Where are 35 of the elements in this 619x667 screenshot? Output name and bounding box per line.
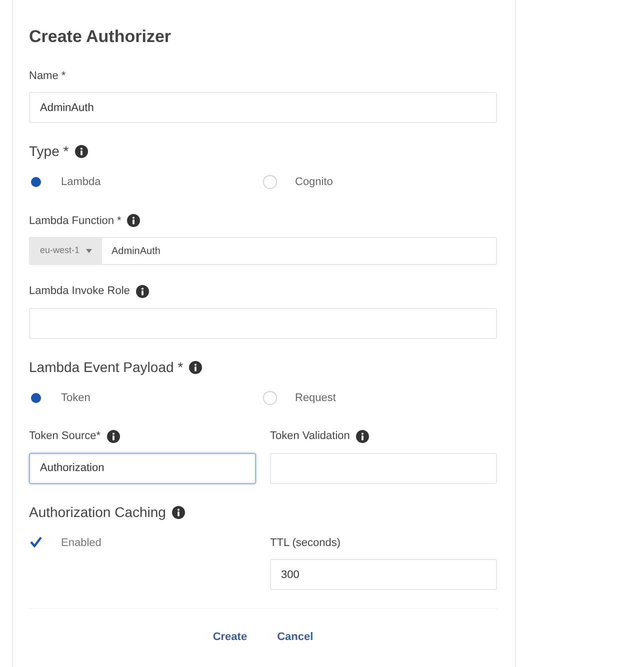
caret-icon: [86, 249, 92, 253]
action-button[interactable]: Cancel: [277, 629, 314, 646]
info-icon[interactable]: [189, 360, 202, 374]
text-input[interactable]: [29, 308, 497, 338]
field-label: Token Source*: [29, 429, 101, 444]
field-label: Token Validation: [270, 429, 350, 444]
checkbox[interactable]: [29, 534, 43, 548]
info-icon[interactable]: [136, 284, 149, 298]
text-input[interactable]: Authorization: [29, 452, 256, 484]
text-input[interactable]: [270, 452, 497, 484]
info-icon[interactable]: [172, 506, 185, 518]
radio-button[interactable]: [263, 390, 277, 405]
option-label: Request: [295, 390, 336, 406]
form-title: Create Authorizer: [29, 26, 172, 48]
ttl-input[interactable]: 300: [270, 559, 497, 590]
radio-button[interactable]: [263, 175, 277, 190]
field-label: Name *: [29, 68, 66, 84]
info-icon[interactable]: [356, 430, 369, 443]
field-label: Lambda Event Payload *: [29, 358, 184, 377]
info-icon[interactable]: [74, 145, 88, 158]
field-label: TTL (seconds): [270, 536, 342, 550]
field-label: Lambda Function *: [29, 214, 122, 228]
action-button[interactable]: Create: [212, 629, 248, 646]
field-label: Authorization Caching: [29, 502, 166, 522]
function-field[interactable]: eu-west-1 AdminAuth: [29, 237, 497, 265]
option-label: Cognito: [295, 175, 333, 190]
checkbox-label: Enabled: [61, 536, 102, 550]
option-label: Token: [61, 390, 90, 406]
field-label: Type *: [29, 142, 69, 161]
info-icon[interactable]: [106, 430, 120, 443]
option-label: Lambda: [61, 175, 101, 190]
text-input[interactable]: AdminAuth: [29, 92, 497, 123]
info-icon[interactable]: [127, 214, 140, 228]
field-value: AdminAuth: [110, 244, 162, 258]
field-label: Lambda Invoke Role: [29, 284, 130, 299]
